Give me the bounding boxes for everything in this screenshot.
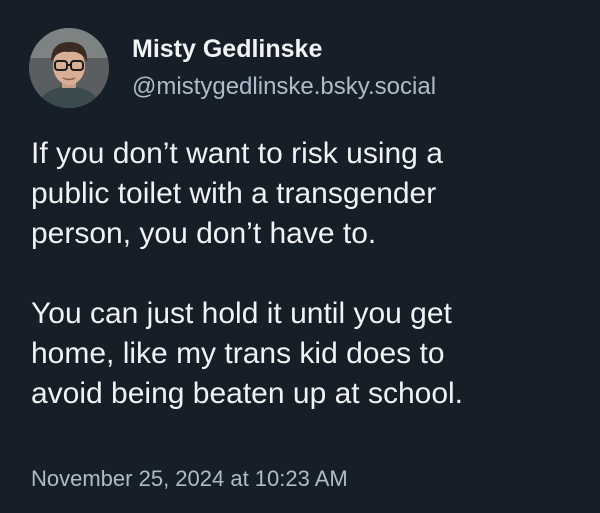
avatar[interactable] xyxy=(29,28,109,108)
author-display-name[interactable]: Misty Gedlinske xyxy=(132,35,322,64)
post-paragraph: If you don’t want to risk using a public… xyxy=(31,137,443,250)
post-paragraph: You can just hold it until you get home,… xyxy=(31,297,463,410)
avatar-image xyxy=(29,28,109,108)
post-text: If you don’t want to risk using a public… xyxy=(31,134,591,414)
post-timestamp[interactable]: November 25, 2024 at 10:23 AM xyxy=(31,466,348,492)
post-card: Misty Gedlinske @mistygedlinske.bsky.soc… xyxy=(0,0,600,513)
author-handle[interactable]: @mistygedlinske.bsky.social xyxy=(132,73,436,101)
